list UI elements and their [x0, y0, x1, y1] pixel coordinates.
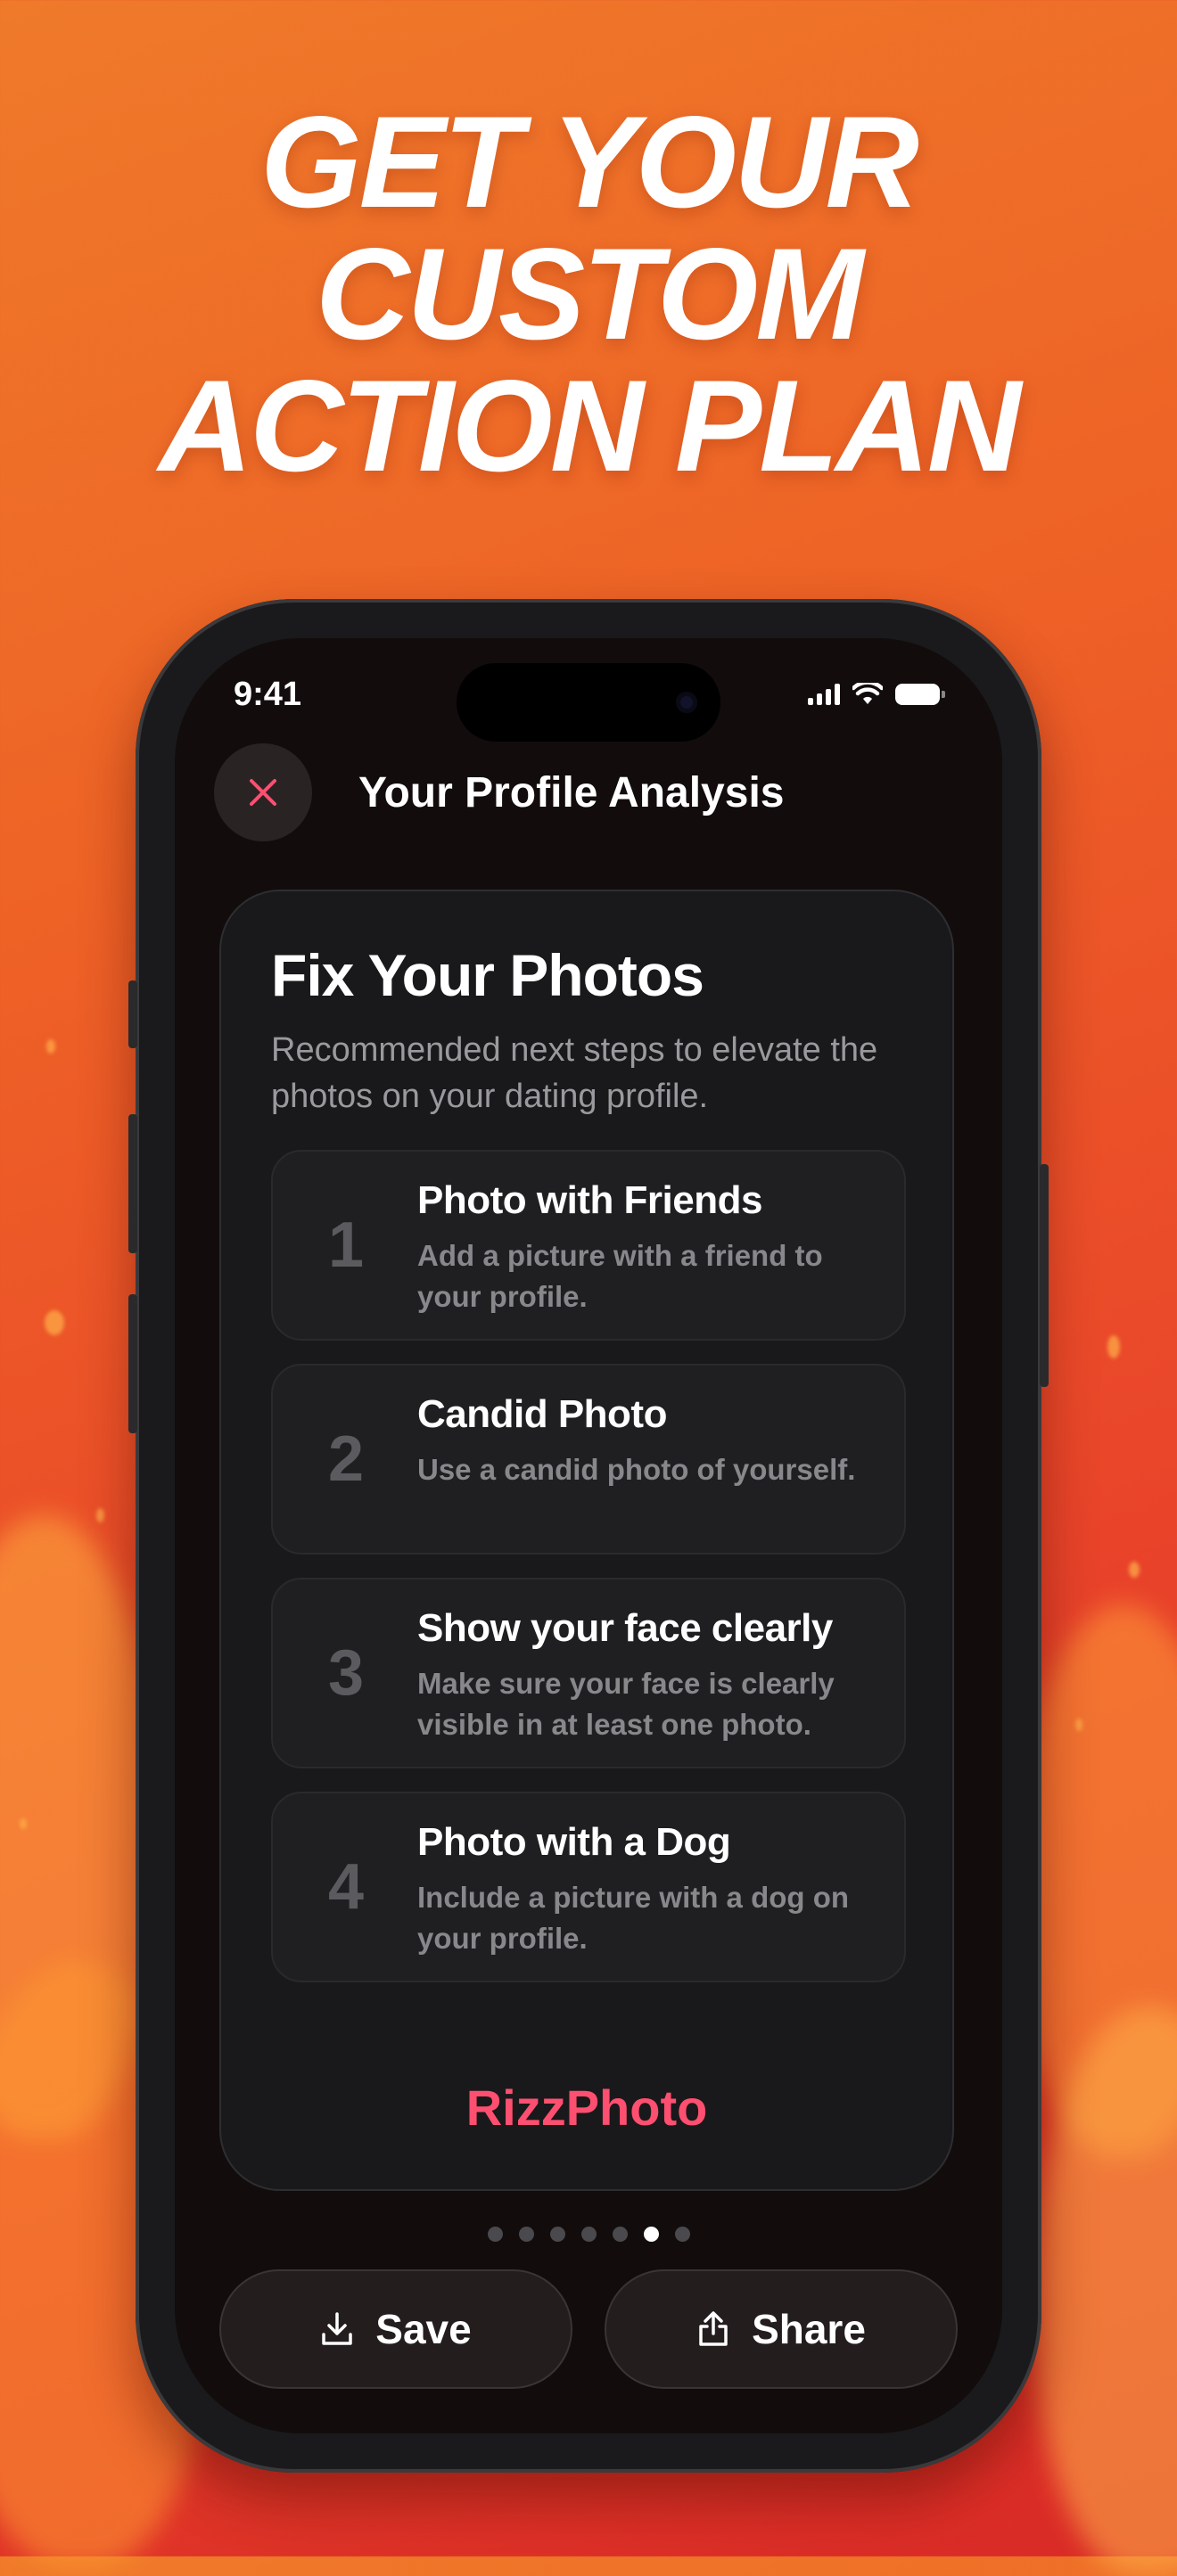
- headline-line-2: CUSTOM: [316, 221, 864, 366]
- step-title: Photo with a Dog: [417, 1820, 731, 1864]
- status-icons: [808, 679, 945, 710]
- page-dot[interactable]: [674, 2227, 690, 2242]
- page-dot[interactable]: [643, 2227, 659, 2242]
- phone-screen: 9:41 Your Profile Analysis Fix Your Phot…: [175, 638, 1002, 2433]
- front-camera-icon: [676, 692, 697, 713]
- photo-plan-card: Fix Your Photos Recommended next steps t…: [219, 890, 954, 2191]
- step-item: 4 Photo with a Dog Include a picture wit…: [271, 1792, 906, 1982]
- card-subtitle: Recommended next steps to elevate the ph…: [271, 1031, 878, 1115]
- share-icon: [699, 2311, 728, 2346]
- save-label: Save: [375, 2306, 472, 2352]
- page-dot[interactable]: [612, 2227, 628, 2242]
- page-title: Your Profile Analysis: [358, 769, 785, 816]
- page-dot[interactable]: [487, 2227, 503, 2242]
- step-number: 3: [328, 1637, 365, 1709]
- step-item: 3 Show your face clearly Make sure your …: [271, 1578, 906, 1768]
- page-indicator[interactable]: [175, 2227, 1002, 2242]
- phone-frame: 9:41 Your Profile Analysis Fix Your Phot…: [128, 599, 1049, 2473]
- step-title: Photo with Friends: [417, 1178, 762, 1222]
- page-dot[interactable]: [518, 2227, 534, 2242]
- headline: GET YOUR CUSTOM ACTION PLAN: [0, 96, 1177, 492]
- page-dot[interactable]: [549, 2227, 565, 2242]
- headline-line-3: ACTION PLAN: [158, 353, 1022, 498]
- step-description: Use a candid photo of yourself.: [417, 1453, 856, 1486]
- step-item: 2 Candid Photo Use a candid photo of you…: [271, 1364, 906, 1555]
- battery-icon: [895, 684, 945, 705]
- headline-line-1: GET YOUR: [260, 89, 919, 234]
- volume-up-button: [128, 1114, 137, 1253]
- dynamic-island: [457, 663, 720, 742]
- cellular-signal-icon: [808, 684, 840, 705]
- page-dot[interactable]: [580, 2227, 597, 2242]
- step-number: 4: [328, 1851, 365, 1923]
- action-button: [128, 980, 137, 1048]
- step-title: Candid Photo: [417, 1392, 667, 1436]
- close-button[interactable]: [214, 743, 312, 841]
- step-item: 1 Photo with Friends Add a picture with …: [271, 1150, 906, 1341]
- step-description: Make sure your face is clearly visible i…: [417, 1667, 835, 1741]
- close-icon: [250, 779, 276, 806]
- side-button: [1040, 1164, 1049, 1387]
- step-description: Add a picture with a friend to your prof…: [417, 1239, 823, 1313]
- share-label: Share: [752, 2306, 866, 2352]
- step-number: 2: [328, 1423, 365, 1495]
- step-title: Show your face clearly: [417, 1606, 833, 1650]
- card-title: Fix Your Photos: [271, 942, 704, 1008]
- volume-down-button: [128, 1294, 137, 1433]
- share-button[interactable]: Share: [605, 2269, 958, 2389]
- save-button[interactable]: Save: [219, 2269, 572, 2389]
- brand-wordmark: RizzPhoto: [465, 2080, 708, 2136]
- wifi-icon: [852, 683, 883, 704]
- status-time: 9:41: [234, 676, 302, 713]
- step-description: Include a picture with a dog on your pro…: [417, 1881, 850, 1955]
- step-number: 1: [328, 1210, 365, 1281]
- download-icon: [322, 2312, 353, 2345]
